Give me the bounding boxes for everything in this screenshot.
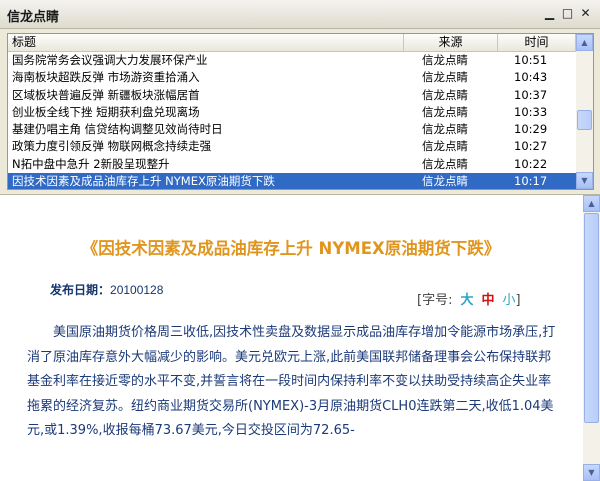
font-size-medium-link[interactable]: 中 xyxy=(481,293,494,308)
list-row[interactable]: N拓中盘中急升 2新股呈现整升 信龙点睛 10:22 xyxy=(8,156,576,173)
news-source: 信龙点睛 xyxy=(422,122,468,137)
news-source: 信龙点睛 xyxy=(422,174,468,189)
news-time: 10:29 xyxy=(514,122,548,137)
close-button[interactable]: ✕ xyxy=(577,5,594,22)
news-title: 国务院常务会议强调大力发展环保产业 xyxy=(12,53,208,67)
list-row[interactable]: 区域板块普遍反弹 新疆板块涨幅居首 信龙点睛 10:37 xyxy=(8,87,576,104)
news-list[interactable]: 标题 来源 时间 国务院常务会议强调大力发展环保产业 信龙点睛 10:51 海南板块超… xyxy=(7,33,594,190)
article-title: 《因技术因素及成品油库存上升 NYMEX原油期货下跌》 xyxy=(81,239,501,258)
news-time: 10:27 xyxy=(514,139,548,154)
maximize-button[interactable]: □ xyxy=(559,5,576,22)
publish-date-label: 发布日期： xyxy=(50,283,111,297)
font-size-control: [字号: 大中小] xyxy=(417,289,521,308)
list-row[interactable]: 海南板块超跌反弹 市场游资重拾涌入 信龙点睛 10:43 xyxy=(8,69,576,86)
news-source: 信龙点睛 xyxy=(422,139,468,154)
news-title: N拓中盘中急升 2新股呈现整升 xyxy=(12,156,170,171)
list-row[interactable]: 国务院常务会议强调大力发展环保产业 信龙点睛 10:51 xyxy=(8,52,576,69)
scroll-up-arrow-icon[interactable]: ▲ xyxy=(583,195,600,212)
font-size-label: [字号: xyxy=(417,293,453,308)
publish-date: 发布日期：20100128 xyxy=(50,281,163,298)
scroll-thumb[interactable] xyxy=(577,110,592,130)
list-row[interactable]: 基建仍唱主角 信贷结构调整见效尚待时日 信龙点睛 10:29 xyxy=(8,121,576,138)
news-title: 政策力度引领反弹 物联网概念持续走强 xyxy=(12,139,212,154)
news-time: 10:37 xyxy=(514,87,548,102)
list-row[interactable]: 创业板全线下挫 短期获利盘兑现离场 信龙点睛 10:33 xyxy=(8,104,576,121)
font-size-small-link[interactable]: 小 xyxy=(502,293,515,308)
news-title: 区域板块普遍反弹 新疆板块涨幅居首 xyxy=(12,87,200,102)
publish-date-value: 20100128 xyxy=(110,283,164,297)
news-source: 信龙点睛 xyxy=(422,87,468,102)
news-time: 10:33 xyxy=(514,104,548,119)
news-source: 信龙点睛 xyxy=(422,70,468,85)
news-title: 因技术因素及成品油库存上升 NYMEX原油期货下跌 xyxy=(12,174,275,189)
news-source: 信龙点睛 xyxy=(422,156,468,171)
list-rows: 国务院常务会议强调大力发展环保产业 信龙点睛 10:51 海南板块超跌反弹 市场游资重… xyxy=(8,52,576,189)
scroll-up-arrow-icon[interactable]: ▲ xyxy=(576,34,593,51)
list-scrollbar[interactable]: ▲ ▼ xyxy=(576,34,593,189)
minimize-button[interactable]: ▁ xyxy=(541,5,558,22)
news-source: 信龙点睛 xyxy=(422,53,468,67)
column-header-title[interactable]: 标题 xyxy=(8,34,404,51)
column-header-time[interactable]: 时间 xyxy=(498,34,576,51)
article-pane: 《因技术因素及成品油库存上升 NYMEX原油期货下跌》 发布日期：2010012… xyxy=(0,194,600,481)
scroll-thumb[interactable] xyxy=(584,213,599,423)
font-size-large-link[interactable]: 大 xyxy=(460,293,473,308)
article-body: 美国原油期货价格周三收低,因技术性卖盘及数据显示成品油库存增加令能源市场承压,打… xyxy=(27,325,556,439)
font-size-close: ] xyxy=(515,293,521,308)
title-bar: 信龙点睛 ▁ □ ✕ xyxy=(0,0,600,29)
news-time: 10:22 xyxy=(514,156,548,171)
news-source: 信龙点睛 xyxy=(422,104,468,119)
window-title: 信龙点睛 xyxy=(7,10,60,25)
news-time: 10:43 xyxy=(514,70,548,85)
news-title: 创业板全线下挫 短期获利盘兑现离场 xyxy=(12,104,200,119)
scroll-down-arrow-icon[interactable]: ▼ xyxy=(583,464,600,481)
news-title: 基建仍唱主角 信贷结构调整见效尚待时日 xyxy=(12,122,223,137)
list-header: 标题 来源 时间 xyxy=(8,34,576,52)
column-header-source[interactable]: 来源 xyxy=(404,34,498,51)
scroll-down-arrow-icon[interactable]: ▼ xyxy=(576,172,593,189)
article-scrollbar[interactable]: ▲ ▼ xyxy=(583,195,600,481)
list-row[interactable]: 政策力度引领反弹 物联网概念持续走强 信龙点睛 10:27 xyxy=(8,138,576,155)
news-time: 10:51 xyxy=(514,53,548,67)
news-title: 海南板块超跌反弹 市场游资重拾涌入 xyxy=(12,70,200,85)
news-time: 10:17 xyxy=(514,174,548,189)
list-row[interactable]: 因技术因素及成品油库存上升 NYMEX原油期货下跌 信龙点睛 10:17 xyxy=(8,173,576,189)
